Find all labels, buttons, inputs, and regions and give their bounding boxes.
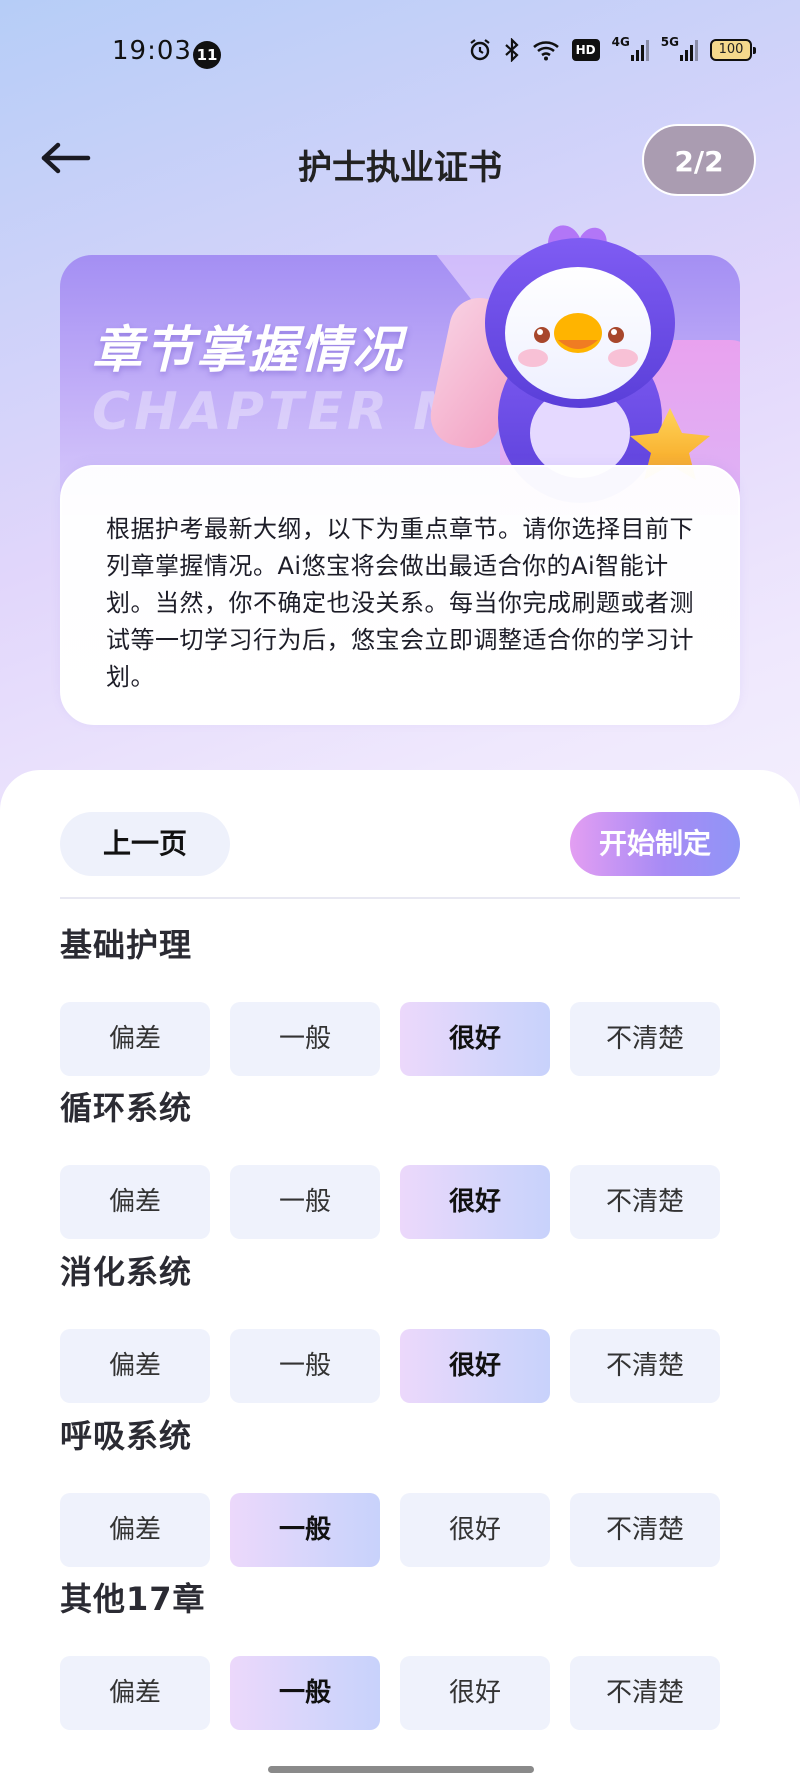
option-poor[interactable]: 偏差 (60, 1329, 210, 1403)
chapter-title: 基础护理 (60, 926, 193, 964)
option-good[interactable]: 很好 (400, 1002, 550, 1076)
option-unsure[interactable]: 不清楚 (570, 1329, 720, 1403)
signal-4g-label: 4G (611, 35, 630, 49)
divider (60, 897, 740, 899)
chapter-section: 基础护理 偏差 一般 很好 不清楚 (60, 920, 760, 1076)
option-average[interactable]: 一般 (230, 1002, 380, 1076)
signal-5g-label: 5G (660, 35, 679, 49)
hd-icon: HD (571, 39, 600, 61)
prev-page-button[interactable]: 上一页 (60, 812, 230, 876)
option-group: 偏差 一般 很好 不清楚 (60, 1165, 760, 1239)
option-good[interactable]: 很好 (400, 1329, 550, 1403)
start-plan-button[interactable]: 开始制定 (570, 812, 740, 876)
option-good[interactable]: 很好 (400, 1656, 550, 1730)
option-unsure[interactable]: 不清楚 (570, 1493, 720, 1567)
chapter-section: 其他17章 偏差 一般 很好 不清楚 (60, 1574, 760, 1730)
option-group: 偏差 一般 很好 不清楚 (60, 1493, 760, 1567)
option-good[interactable]: 很好 (400, 1493, 550, 1567)
chapter-title: 呼吸系统 (60, 1417, 193, 1455)
option-poor[interactable]: 偏差 (60, 1493, 210, 1567)
option-average[interactable]: 一般 (230, 1329, 380, 1403)
chapter-section: 消化系统 偏差 一般 很好 不清楚 (60, 1247, 760, 1403)
wifi-icon (532, 39, 560, 61)
notification-badge: 11 (193, 41, 221, 69)
option-group: 偏差 一般 很好 不清楚 (60, 1656, 760, 1730)
description-text: 根据护考最新大纲，以下为重点章节。请你选择目前下列章掌握情况。Ai悠宝将会做出最… (106, 515, 694, 691)
option-poor[interactable]: 偏差 (60, 1002, 210, 1076)
chapter-section: 呼吸系统 偏差 一般 很好 不清楚 (60, 1411, 760, 1567)
chapter-title: 循环系统 (60, 1089, 193, 1127)
option-unsure[interactable]: 不清楚 (570, 1002, 720, 1076)
bluetooth-icon (504, 38, 520, 62)
hero-title: 章节掌握情况 (92, 321, 404, 379)
alarm-icon (468, 38, 492, 62)
option-unsure[interactable]: 不清楚 (570, 1165, 720, 1239)
description-card: 根据护考最新大纲，以下为重点章节。请你选择目前下列章掌握情况。Ai悠宝将会做出最… (60, 465, 740, 725)
chapter-section: 循环系统 偏差 一般 很好 不清楚 (60, 1083, 760, 1239)
option-group: 偏差 一般 很好 不清楚 (60, 1329, 760, 1403)
option-good[interactable]: 很好 (400, 1165, 550, 1239)
option-unsure[interactable]: 不清楚 (570, 1656, 720, 1730)
page-indicator: 2/2 (642, 124, 756, 196)
status-bar: 19:03 11 HD 4G 5G 100 (0, 0, 800, 110)
option-group: 偏差 一般 很好 不清楚 (60, 1002, 760, 1076)
home-indicator[interactable] (268, 1766, 534, 1773)
signal-4g-icon: 4G (612, 35, 649, 61)
hero-watermark: CHAPTER MA (92, 382, 472, 442)
chapter-title: 消化系统 (60, 1253, 193, 1291)
chapter-title: 其他17章 (60, 1580, 206, 1618)
option-average[interactable]: 一般 (230, 1493, 380, 1567)
option-average[interactable]: 一般 (230, 1656, 380, 1730)
option-poor[interactable]: 偏差 (60, 1165, 210, 1239)
status-time: 19:03 (112, 36, 192, 66)
battery-icon: 100 (710, 39, 756, 61)
option-average[interactable]: 一般 (230, 1165, 380, 1239)
option-poor[interactable]: 偏差 (60, 1656, 210, 1730)
signal-5g-icon: 5G (661, 35, 698, 61)
status-icons: HD 4G 5G 100 (468, 35, 756, 62)
